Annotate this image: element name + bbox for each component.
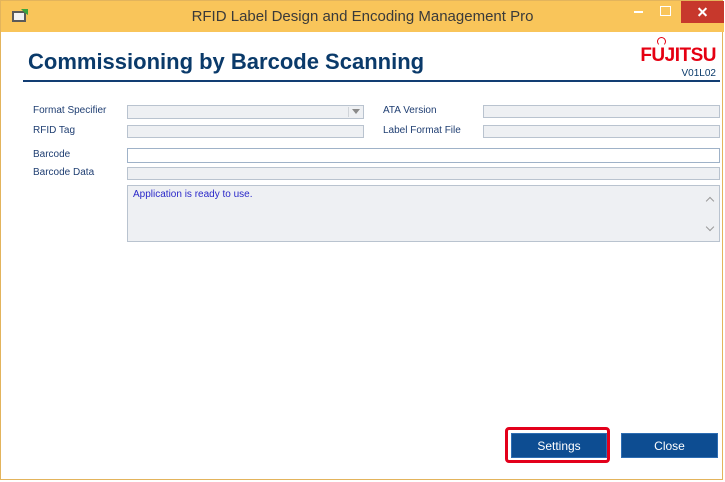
barcode-input[interactable]	[127, 148, 720, 163]
rfid-tag-label: RFID Tag	[33, 125, 76, 136]
version-label: V01L02	[681, 68, 716, 79]
ata-version-label: ATA Version	[383, 105, 437, 116]
header-divider	[23, 80, 720, 82]
barcode-data-field	[127, 167, 720, 180]
barcode-data-label: Barcode Data	[33, 167, 95, 178]
barcode-label: Barcode	[33, 149, 71, 160]
combo-separator	[348, 107, 349, 117]
scroll-up-icon[interactable]	[705, 196, 715, 206]
brand-text: FUJITSU	[640, 45, 716, 66]
brand-logo: FUJITSU V01L02	[640, 37, 716, 79]
scroll-down-icon[interactable]	[705, 222, 715, 232]
ata-version-field	[483, 105, 720, 118]
window-title: RFID Label Design and Encoding Managemen…	[191, 8, 534, 25]
minimize-button[interactable]	[627, 1, 651, 23]
fujitsu-logo: FUJITSU	[640, 37, 716, 67]
status-message: Application is ready to use.	[133, 189, 253, 200]
format-specifier-label: Format Specifier	[33, 105, 107, 116]
app-window: RFID Label Design and Encoding Managemen…	[0, 0, 724, 480]
page-title: Commissioning by Barcode Scanning	[28, 49, 425, 74]
close-button[interactable]: Close	[621, 433, 718, 458]
label-format-file-field	[483, 125, 720, 138]
status-message-area[interactable]: Application is ready to use.	[127, 185, 720, 242]
label-format-file-label: Label Format File	[383, 125, 461, 136]
chevron-down-icon[interactable]	[352, 109, 360, 114]
rfid-tag-field	[127, 125, 364, 138]
format-specifier-combo[interactable]	[127, 105, 364, 119]
title-bar[interactable]: RFID Label Design and Encoding Managemen…	[1, 1, 724, 32]
settings-highlight-box	[505, 427, 610, 463]
window-close-button[interactable]	[681, 1, 724, 23]
maximize-button[interactable]	[654, 1, 678, 23]
